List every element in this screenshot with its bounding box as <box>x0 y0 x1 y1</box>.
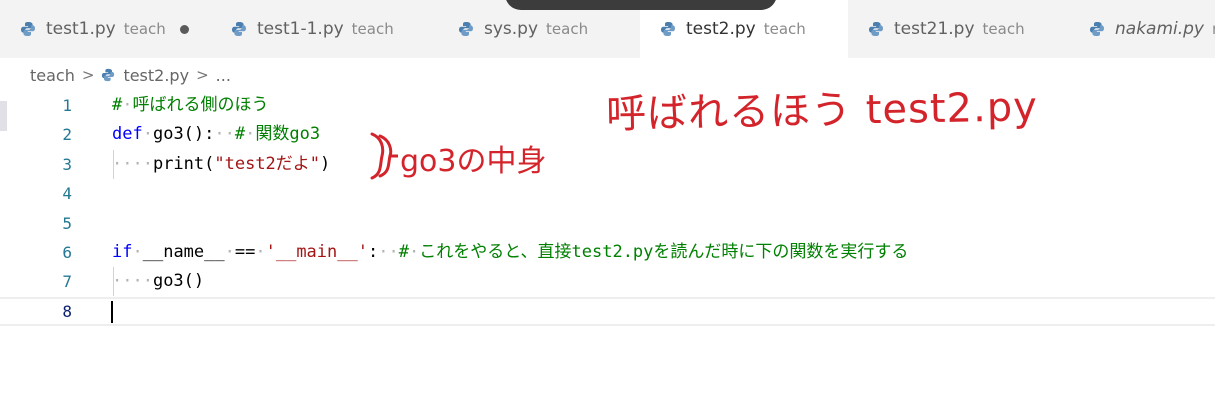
unsaved-dot-icon[interactable] <box>179 24 189 34</box>
breadcrumb-file[interactable]: test2.py <box>123 66 189 85</box>
code-token: · <box>245 124 256 145</box>
tab-test21-py[interactable]: test21.py teach <box>848 0 1069 58</box>
code-token: これをやると、直接test2.pyを読んだ時に下の関数を実行する <box>419 242 909 262</box>
tab-description: teach <box>763 20 806 38</box>
code-token: 呼ばれる側のほう <box>132 95 269 115</box>
code-token: __name__ <box>142 242 225 262</box>
code-token: # <box>234 124 246 145</box>
python-file-icon <box>869 22 883 36</box>
tab-filename: test2.py <box>686 19 756 39</box>
code-token: · <box>142 124 153 145</box>
code-line[interactable]: 7 ····go3() <box>0 267 1215 297</box>
code-token: · <box>408 242 420 262</box>
code-token: 関数go3 <box>255 124 321 145</box>
text-cursor <box>111 300 113 323</box>
breadcrumb-separator-icon: > <box>196 66 209 84</box>
code-line[interactable]: 8 <box>0 296 1215 326</box>
code-token: ···· <box>112 271 153 292</box>
indent-guide <box>113 149 114 179</box>
line-number: 5 <box>62 213 72 233</box>
line-number: 8 <box>62 301 72 321</box>
line-number: 1 <box>62 96 72 115</box>
python-file-icon <box>232 22 246 36</box>
python-file-icon <box>21 22 35 36</box>
code-token: ·· <box>214 124 235 145</box>
code-token: def <box>112 124 143 145</box>
breadcrumb-folder[interactable]: teach <box>30 66 75 85</box>
code-token: '__main__' <box>265 242 368 262</box>
code-token: · <box>255 242 266 262</box>
tab-nakami-py[interactable]: nakami.pyre <box>1069 0 1215 58</box>
tab-test1-1-py[interactable]: test1-1.py teach <box>211 0 438 58</box>
indent-guide <box>113 267 114 297</box>
code-text: if·__name__·==·'__main__':··#·これをやると、直接t… <box>112 238 908 267</box>
code-token: go3() <box>152 271 205 292</box>
code-token: : <box>367 242 379 262</box>
handwritten-title: 呼ばれるほう test2.py <box>605 84 1039 138</box>
code-line[interactable]: 6 if·__name__·==·'__main__':··#·これをやると、直接… <box>0 238 1215 267</box>
code-line[interactable]: 3 ····print("test2だよ") <box>0 149 1215 179</box>
python-file-icon <box>459 22 473 36</box>
code-token: go3(): <box>152 124 215 145</box>
tab-filename: nakami.py <box>1115 19 1204 39</box>
line-number: 2 <box>62 125 72 145</box>
code-text: #·呼ばれる側のほう <box>112 91 269 120</box>
code-token: "test2だよ" <box>214 153 321 174</box>
code-token: print( <box>152 153 215 174</box>
code-token: # <box>398 242 409 262</box>
handwritten-note: go3の中身 <box>400 144 547 179</box>
code-token: · <box>122 95 133 115</box>
tab-filename: sys.py <box>484 19 539 39</box>
tab-filename: test1-1.py <box>257 19 344 39</box>
code-text: ····print("test2だよ") <box>112 150 330 179</box>
window-overlay-pill <box>505 0 777 10</box>
code-token: ·· <box>378 242 399 262</box>
code-line[interactable]: 4 <box>0 179 1215 208</box>
code-token: ···· <box>112 153 153 174</box>
tab-description: teach <box>546 20 589 38</box>
code-token: · <box>132 242 143 262</box>
line-number: 4 <box>62 184 72 204</box>
line-number: 3 <box>62 154 72 174</box>
tab-filename: test1.py <box>46 19 116 39</box>
breadcrumb-separator-icon: > <box>81 66 95 84</box>
code-token: · <box>224 242 235 262</box>
breadcrumb-symbol-more[interactable]: ... <box>216 66 231 85</box>
breadcrumb: teach > test2.py > ... <box>30 62 231 88</box>
python-file-icon <box>1090 22 1104 36</box>
handwritten-brace-mark <box>370 132 398 180</box>
tab-description: teach <box>351 20 394 38</box>
code-token: == <box>234 242 256 262</box>
code-line[interactable]: 5 <box>0 209 1215 238</box>
line-number: 7 <box>62 272 72 292</box>
python-file-icon <box>661 22 675 36</box>
line-number: 6 <box>62 243 72 262</box>
code-text: def·go3():··#·関数go3 <box>112 120 320 149</box>
python-file-icon <box>102 68 115 82</box>
code-token: if <box>112 242 133 262</box>
code-text: ····go3() <box>112 267 204 296</box>
code-token: ) <box>320 153 331 174</box>
tab-test1-py[interactable]: test1.py teach <box>0 0 211 58</box>
code-token: # <box>112 95 123 115</box>
tab-filename: test21.py <box>894 19 975 39</box>
tab-description: teach <box>123 20 166 38</box>
tab-description: teach <box>982 20 1025 38</box>
